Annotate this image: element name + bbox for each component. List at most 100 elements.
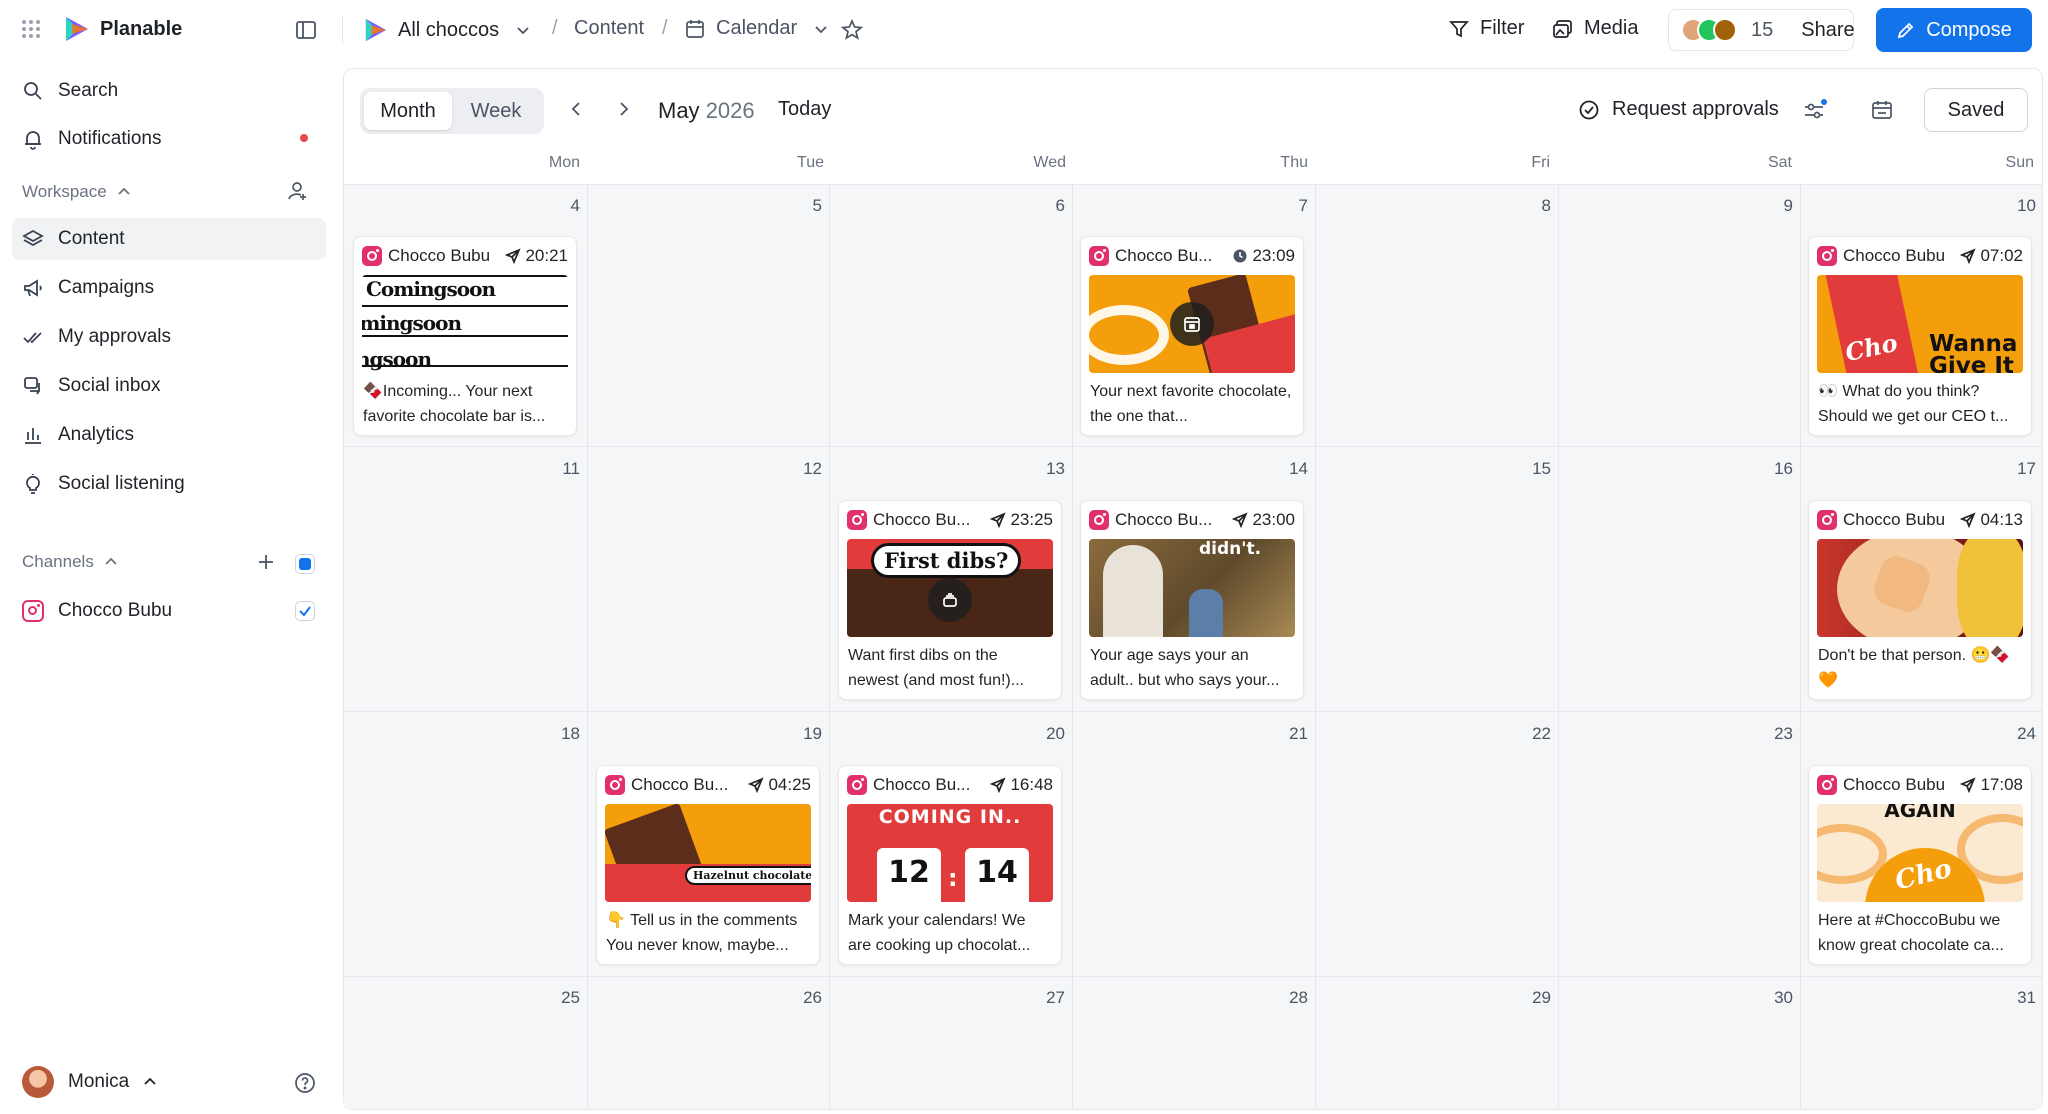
- sidebar-item-my-approvals[interactable]: My approvals: [12, 316, 326, 358]
- instagram-icon: [605, 775, 625, 795]
- view-month-button[interactable]: Month: [364, 92, 452, 130]
- post-image-text: Wanna Give It: [1929, 331, 2018, 374]
- workspace-switcher[interactable]: All choccos: [364, 17, 531, 43]
- carousel-icon: [943, 592, 957, 607]
- day-number: 23: [1774, 724, 1793, 743]
- post-card[interactable]: Chocco Bu... 23:25 First dibs? Want firs…: [838, 500, 1062, 700]
- help-icon[interactable]: [294, 1072, 316, 1094]
- post-image: First dibs?: [847, 539, 1053, 637]
- sidebar-item-search[interactable]: Search: [12, 70, 326, 112]
- post-image-text: Hazelnut chocolate: [685, 866, 811, 885]
- post-card[interactable]: Chocco Bubu 20:21 Comingsoon Comingsoon …: [353, 236, 577, 436]
- post-time: 16:48: [990, 775, 1053, 795]
- post-account: Chocco Bubu: [1843, 510, 1946, 529]
- post-caption: Mark your calendars! We are cooking up c…: [848, 912, 1031, 954]
- bar-chart-icon: [22, 424, 44, 446]
- post-time-value: 23:09: [1252, 246, 1295, 265]
- select-all-channels-checkbox[interactable]: [295, 554, 315, 574]
- sidebar-item-analytics[interactable]: Analytics: [12, 414, 326, 456]
- post-card-header: Chocco Bu... 04:25: [597, 766, 819, 804]
- day-number: 5: [812, 196, 822, 215]
- media-button[interactable]: Media: [1552, 17, 1638, 40]
- weekday-header: Mon: [548, 154, 580, 171]
- saved-views-button[interactable]: Saved: [1924, 88, 2028, 132]
- post-card[interactable]: Chocco Bu... 23:09 Your next favorite ch…: [1080, 236, 1304, 436]
- post-card[interactable]: Chocco Bu... 16:48 COMING IN.. 12 14 : M…: [838, 765, 1062, 965]
- member-avatars[interactable]: [1681, 18, 1737, 42]
- view-week-button[interactable]: Week: [452, 92, 540, 130]
- sidebar-item-social-inbox[interactable]: Social inbox: [12, 365, 326, 407]
- next-month-icon[interactable]: [614, 100, 632, 118]
- month-name: May: [658, 98, 700, 123]
- check-icon: [299, 606, 311, 617]
- user-menu[interactable]: Monica: [22, 1066, 157, 1098]
- media-label: Media: [1584, 17, 1639, 39]
- app-grid-icon[interactable]: [20, 18, 42, 40]
- settings-sliders-icon[interactable]: [1802, 98, 1828, 124]
- instagram-icon: [847, 775, 867, 795]
- grid-line: [1072, 184, 1073, 1109]
- countdown-days: 12: [877, 848, 941, 902]
- weekday-header: Fri: [1531, 154, 1550, 171]
- sidebar-item-notifications[interactable]: Notifications: [12, 118, 326, 160]
- post-card-header: Chocco Bu... 23:25: [839, 501, 1061, 539]
- post-account: Chocco Bu...: [873, 510, 971, 529]
- post-caption: 👇 Tell us in the comments You never know…: [606, 912, 798, 954]
- compose-label: Compose: [1926, 18, 2012, 41]
- chevron-up-icon: [104, 555, 118, 569]
- day-number: 15: [1532, 459, 1551, 478]
- calendar-sync-icon[interactable]: [1870, 98, 1894, 122]
- breadcrumb-content[interactable]: Content: [574, 17, 644, 40]
- day-number: 26: [803, 988, 822, 1007]
- filter-button[interactable]: Filter: [1448, 17, 1524, 40]
- channel-name: Chocco Bubu: [58, 600, 173, 621]
- day-number: 14: [1289, 459, 1308, 478]
- year: 2026: [705, 98, 755, 123]
- post-caption: 🍫Incoming... Your next favorite chocolat…: [363, 383, 546, 425]
- view-switcher[interactable]: Calendar: [684, 17, 829, 40]
- post-card[interactable]: Chocco Bubu 17:08 AGAIN Cho Here at #Cho…: [1808, 765, 2032, 965]
- partial-check-icon: [299, 558, 311, 570]
- post-card-header: Chocco Bubu 17:08: [1809, 766, 2031, 804]
- share-button[interactable]: Share: [1801, 19, 1854, 42]
- channel-checkbox[interactable]: [295, 601, 315, 621]
- post-time: 23:09: [1232, 246, 1295, 266]
- post-card[interactable]: Chocco Bubu 07:02 Cho Wanna Give It 👀 Wh…: [1808, 236, 2032, 436]
- add-member-icon[interactable]: [286, 180, 308, 202]
- post-caption: Want first dibs on the newest (and most …: [848, 647, 1025, 689]
- prev-month-icon[interactable]: [568, 100, 586, 118]
- breadcrumb-separator: /: [552, 17, 558, 39]
- today-button[interactable]: Today: [778, 98, 831, 121]
- sidebar-toggle-icon[interactable]: [294, 18, 318, 42]
- weekday-header: Sat: [1767, 154, 1792, 171]
- channels-section-header[interactable]: Channels: [22, 552, 222, 572]
- add-channel-icon[interactable]: [256, 552, 276, 572]
- share-box: 15 Share: [1668, 9, 1855, 51]
- day-number: 19: [803, 724, 822, 743]
- grid-line: [1558, 184, 1559, 1109]
- post-card[interactable]: Chocco Bubu 04:13 Don't be that person. …: [1808, 500, 2032, 700]
- post-card-header: Chocco Bu... 16:48: [839, 766, 1061, 804]
- sidebar-item-campaigns[interactable]: Campaigns: [12, 267, 326, 309]
- grid-line: [1800, 184, 1801, 1109]
- day-number: 28: [1289, 988, 1308, 1007]
- star-icon[interactable]: [840, 18, 864, 42]
- sidebar-item-content[interactable]: Content: [12, 218, 326, 260]
- weekday-header: Tue: [797, 154, 824, 171]
- post-image-text: AGAIN: [1884, 804, 1956, 822]
- post-time-value: 23:25: [1010, 510, 1053, 529]
- workspace-section-header[interactable]: Workspace: [22, 182, 322, 202]
- post-card[interactable]: Chocco Bu... 04:25 Hazelnut chocolate 👇 …: [596, 765, 820, 965]
- day-number: 17: [2017, 459, 2036, 478]
- instagram-icon: [847, 510, 867, 530]
- post-card-header: Chocco Bu... 23:00: [1081, 501, 1303, 539]
- lightbulb-icon: [22, 473, 44, 495]
- channel-item[interactable]: Chocco Bubu: [12, 590, 326, 632]
- post-image: Cho Wanna Give It: [1817, 275, 2023, 373]
- post-image-text: Comingsoon: [366, 277, 496, 301]
- sidebar-item-social-listening[interactable]: Social listening: [12, 463, 326, 505]
- post-card[interactable]: Chocco Bu... 23:00 didn't. Your age says…: [1080, 500, 1304, 700]
- request-approvals-button[interactable]: Request approvals: [1578, 98, 1779, 121]
- day-number: 6: [1055, 196, 1065, 215]
- compose-button[interactable]: Compose: [1876, 8, 2032, 52]
